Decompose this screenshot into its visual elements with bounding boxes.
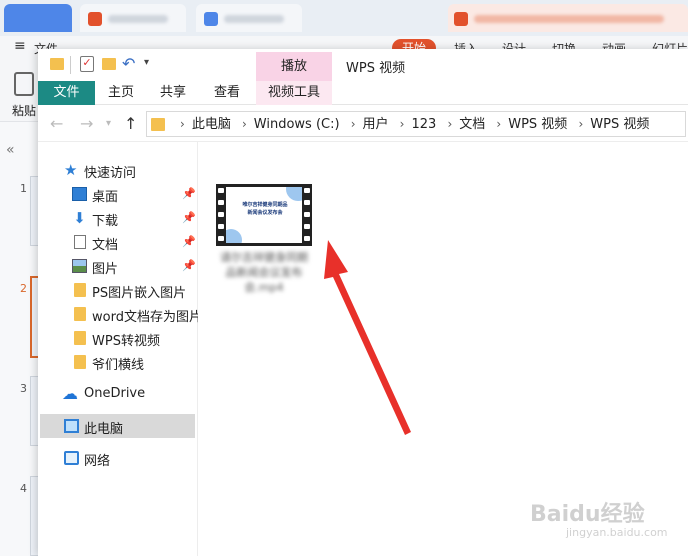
annotation-arrow (324, 240, 411, 435)
arrow-shape (324, 240, 411, 435)
watermark-logo: Baidu经验 (530, 502, 645, 527)
watermark-url: jingyan.baidu.com (566, 526, 668, 539)
